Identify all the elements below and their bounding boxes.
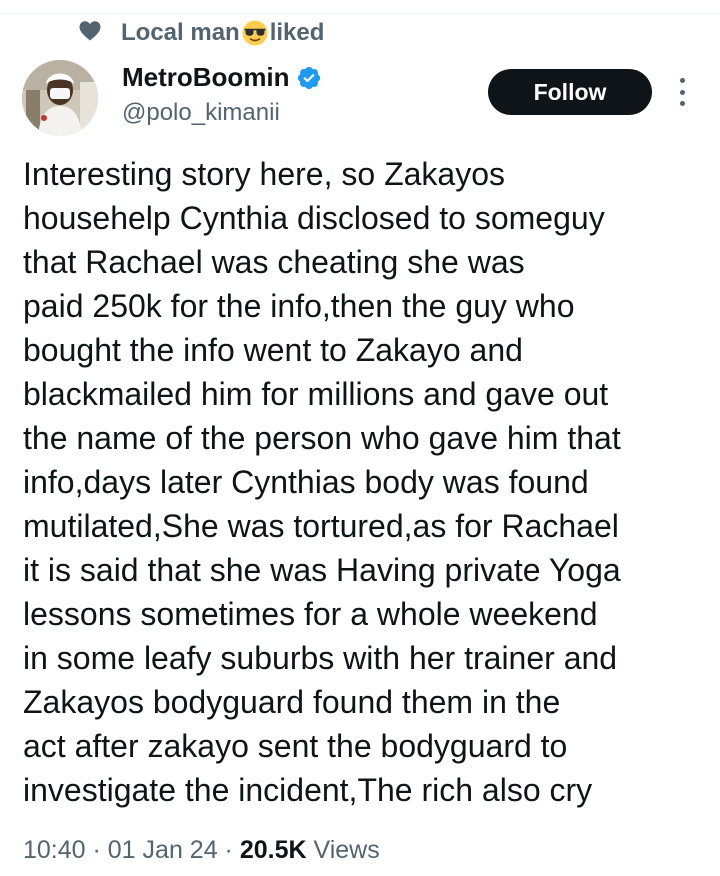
tweet-text-line: it is said that she was Having private Y… bbox=[23, 552, 621, 588]
tweet-text-line: that Rachael was cheating she was bbox=[23, 244, 525, 280]
tweet-date[interactable]: 01 Jan 24 bbox=[108, 836, 218, 864]
views-label: Views bbox=[306, 836, 380, 864]
tweet-text-line: bought the info went to Zakayo and bbox=[23, 332, 523, 368]
social-context-action: liked bbox=[269, 19, 325, 46]
tweet-text-line: househelp Cynthia disclosed to someguy bbox=[23, 200, 605, 236]
tweet-text: Interesting story here, so Zakayos house… bbox=[23, 152, 703, 812]
top-divider bbox=[0, 13, 720, 14]
tweet-metadata: 10:40 · 01 Jan 24 · 20.5K Views bbox=[23, 836, 380, 865]
avatar-image bbox=[22, 60, 98, 136]
tweet-text-line: investigate the incident,The rich also c… bbox=[23, 772, 593, 808]
more-dot bbox=[679, 78, 685, 83]
meta-separator: · bbox=[217, 836, 240, 864]
meta-separator: · bbox=[85, 836, 108, 864]
tweet-text-line: mutilated,She was tortured,as for Rachae… bbox=[23, 508, 619, 544]
tweet-time[interactable]: 10:40 bbox=[23, 836, 86, 864]
avatar[interactable] bbox=[22, 60, 98, 136]
verified-badge-icon bbox=[297, 66, 320, 89]
social-context-text[interactable]: Local man liked bbox=[121, 19, 324, 47]
more-dot bbox=[679, 89, 685, 95]
tweet-text-line: act after zakayo sent the bodyguard to bbox=[23, 728, 568, 764]
heart-icon bbox=[79, 21, 101, 41]
author-display-name[interactable]: MetroBoomin bbox=[122, 62, 322, 93]
views-count[interactable]: 20.5K bbox=[240, 836, 307, 864]
tweet-text-line: in some leafy suburbs with her trainer a… bbox=[23, 640, 618, 676]
sunglasses-emoji-icon bbox=[242, 20, 268, 46]
tweet-text-line: lessons sometimes for a whole weekend bbox=[23, 596, 598, 632]
tweet-text-line: the name of the person who gave him that bbox=[23, 420, 621, 456]
tweet-text-line: info,days later Cynthias body was found bbox=[23, 464, 589, 500]
follow-button[interactable]: Follow bbox=[488, 69, 652, 115]
tweet-text-line: paid 250k for the info,then the guy who bbox=[23, 288, 575, 324]
tweet-text-line: Interesting story here, so Zakayos bbox=[23, 156, 505, 192]
social-context-name: Local man bbox=[121, 19, 240, 46]
more-dot bbox=[679, 101, 685, 106]
author-handle[interactable]: @polo_kimanii bbox=[122, 99, 280, 127]
tweet-text-line: blackmailed him for millions and gave ou… bbox=[23, 376, 609, 412]
tweet-text-line: Zakayos bodyguard found them in the bbox=[23, 684, 561, 720]
author-name: MetroBoomin bbox=[122, 62, 290, 92]
more-options-icon[interactable] bbox=[674, 78, 690, 106]
